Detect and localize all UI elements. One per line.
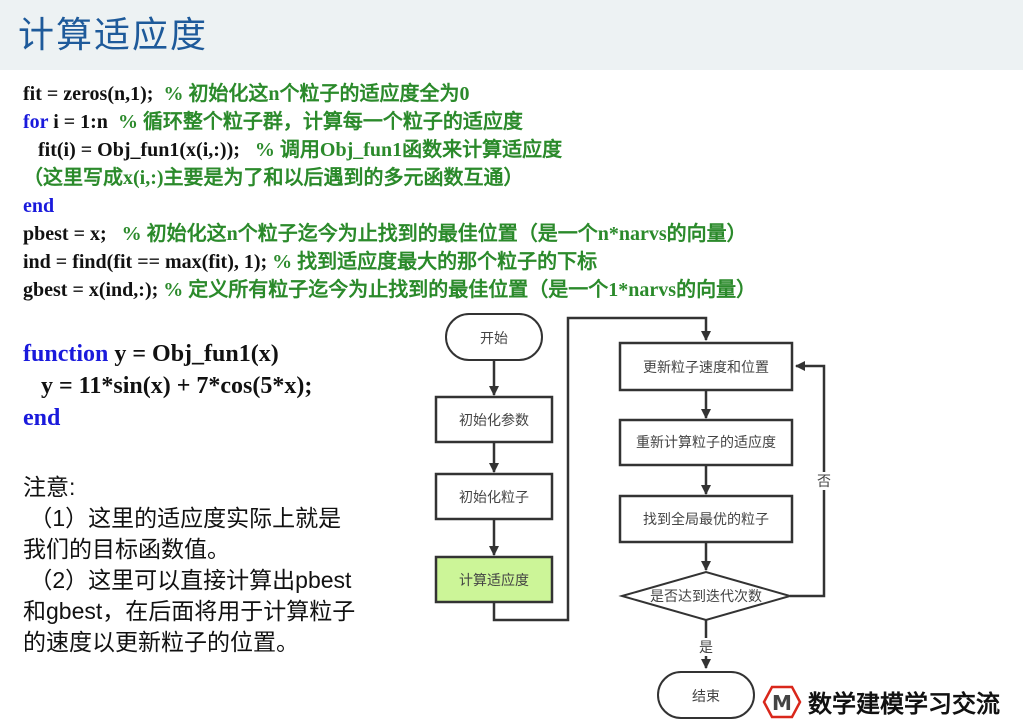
node-init-particles-label: 初始化粒子 <box>459 489 529 506</box>
logo-text: 数学建模学习交流 <box>808 690 1000 718</box>
logo-hexagon-icon: M <box>762 685 802 718</box>
node-decision-label: 是否达到迭代次数 <box>650 589 762 605</box>
flowchart: 开始 初始化参数 初始化粒子 计算适应度 更新粒子速度和位置 重新计算粒子的适应… <box>434 313 832 719</box>
node-calc-fitness-label: 计算适应度 <box>459 572 529 589</box>
node-init-params-label: 初始化参数 <box>459 412 529 429</box>
no-label: 否 <box>817 474 831 490</box>
node-recalc-fitness-label: 重新计算粒子的适应度 <box>636 434 776 451</box>
node-start-label: 开始 <box>480 331 508 347</box>
svg-text:M: M <box>772 691 792 715</box>
node-find-global-best-label: 找到全局最优的粒子 <box>643 511 769 528</box>
yes-label: 是 <box>699 640 713 656</box>
node-end-label: 结束 <box>692 689 720 705</box>
brand-logo: M 数学建模学习交流 <box>762 684 1000 719</box>
node-update-velocity-label: 更新粒子速度和位置 <box>643 360 769 376</box>
